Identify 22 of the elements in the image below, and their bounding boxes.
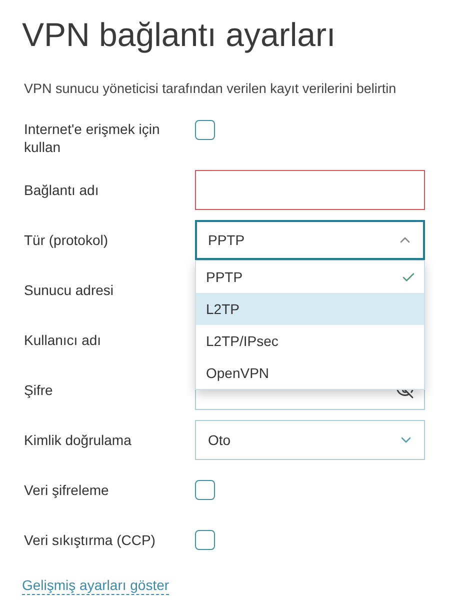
field-label: Kullanıcı adı xyxy=(24,331,102,349)
field-label: Şifre xyxy=(24,381,54,399)
description-text: VPN sunucu yöneticisi tarafından verilen kayıt verilerini belirtin xyxy=(24,80,398,98)
field-label: Tür (protokol) xyxy=(24,231,110,249)
field-label: Kimlik doğrulama xyxy=(24,431,132,449)
select-field[interactable]: Oto xyxy=(195,420,425,460)
dropdown-option[interactable]: OpenVPN xyxy=(196,357,424,389)
field-label: Internet'e erişmek için kullan xyxy=(24,120,161,156)
checkbox[interactable] xyxy=(195,120,215,140)
field-label: Bağlantı adı xyxy=(24,181,100,199)
dropdown-option[interactable]: PPTP xyxy=(196,261,424,293)
field-label: Veri şifreleme xyxy=(24,481,110,499)
field-label: Veri sıkıştırma (CCP) xyxy=(24,531,156,549)
dropdown-option[interactable]: L2TP xyxy=(196,293,424,325)
checkbox[interactable] xyxy=(195,480,215,500)
advanced-settings-link[interactable]: Gelişmiş ayarları göster xyxy=(22,576,170,595)
dropdown-option[interactable]: L2TP/IPsec xyxy=(196,325,424,357)
select-field[interactable]: PPTP xyxy=(195,220,425,260)
checkbox[interactable] xyxy=(195,530,215,550)
field-label: Sunucu adresi xyxy=(24,281,115,299)
input-field[interactable] xyxy=(195,170,425,210)
page-title: VPN bağlantı ayarları xyxy=(22,15,337,55)
